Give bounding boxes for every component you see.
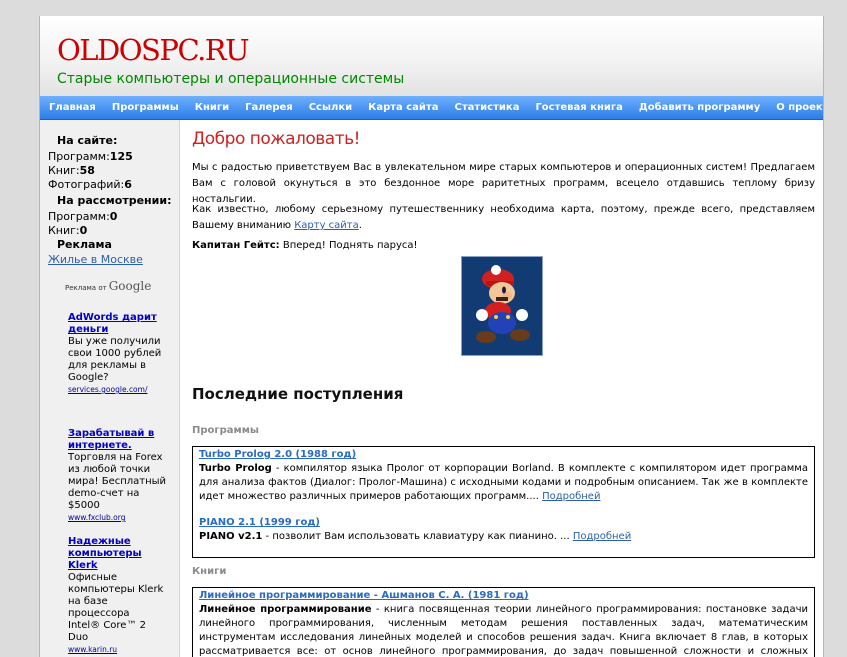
ad-title[interactable]: интернете. (68, 440, 168, 452)
program-desc-text: - компилятор языка Пролог от корпорации … (199, 463, 808, 502)
latest-heading: Последние поступления (192, 385, 404, 403)
ad-text: Intel® Core™ 2 Duo (68, 620, 147, 643)
program-name: PIANO v2.1 (199, 531, 263, 542)
map-text: Как известно, любому серьезному путешест… (192, 204, 815, 231)
ad-text: Вы уже получили (68, 336, 161, 347)
ad-url[interactable]: www.karin.ru (68, 644, 168, 655)
books-box: Линейное программирование - Ашманов С. А… (192, 587, 815, 657)
mario-image (461, 256, 543, 356)
more-link[interactable]: Подробней (573, 531, 631, 542)
nav-about[interactable]: О проекте (776, 102, 823, 113)
sitemap-link[interactable]: Карту сайта (294, 220, 359, 231)
main-content: Добро пожаловать! Мы с радостью приветст… (192, 120, 815, 657)
ad-title[interactable]: компьютеры (68, 548, 168, 560)
captain-name: Капитан Гейтс: (192, 240, 280, 251)
photos-stat: Фотографий:6 (48, 178, 132, 191)
programs-stat-count: 125 (109, 150, 133, 163)
nav-gallery[interactable]: Галерея (245, 102, 293, 113)
ad-block-forex: Зарабатывай в интернете. Торговля на For… (68, 428, 168, 523)
welcome-title: Добро пожаловать! (192, 129, 360, 149)
program-item: PIANO 2.1 (1999 год) PIANO v2.1 - позвол… (199, 516, 808, 544)
site-title[interactable]: OLDOSPC.RU (57, 33, 250, 67)
programs-box: Turbo Prolog 2.0 (1988 год) Turbo Prolog… (192, 446, 815, 558)
ad-title[interactable]: Надежные (68, 536, 168, 548)
ad-title[interactable]: деньги (68, 324, 168, 336)
book-item: Линейное программирование - Ашманов С. А… (199, 589, 808, 657)
books-stat-count: 58 (79, 164, 95, 177)
category-programs: Программы (192, 425, 259, 436)
program-title[interactable]: PIANO 2.1 (1999 год) (199, 516, 808, 530)
ad-title[interactable]: AdWords дарит (68, 312, 168, 324)
ad-text: из любой точки (68, 464, 151, 475)
program-name: Turbo Prolog (199, 463, 272, 474)
ad-text: на базе процессора (68, 596, 130, 619)
google-ads-prefix: Реклама от (65, 284, 107, 292)
book-title[interactable]: Линейное программирование - Ашманов С. А… (199, 589, 808, 603)
ad-block-adwords: AdWords дарит деньги Вы уже получили сво… (68, 312, 168, 395)
ads-link-housing[interactable]: Жилье в Москве (48, 253, 143, 266)
header: OLDOSPC.RU Старые компьютеры и операцион… (40, 16, 823, 97)
ad-url[interactable]: www.fxclub.org (68, 512, 168, 523)
review-programs-count: 0 (109, 210, 118, 223)
review-programs-stat: Программ:0 (48, 210, 117, 223)
review-books-stat: Книг:0 (48, 224, 87, 237)
photos-stat-label: Фотографий: (48, 178, 125, 191)
more-link[interactable]: Подробней (542, 491, 600, 502)
review-programs-label: Программ: (48, 210, 110, 223)
photos-stat-count: 6 (124, 178, 132, 191)
mario-icon (476, 265, 530, 343)
nav-statistics[interactable]: Статистика (454, 102, 519, 113)
ad-block-klerk: Надежные компьютеры Klerk Офисные компью… (68, 536, 168, 655)
intro-paragraph: Мы с радостью приветствуем Вас в увлекат… (192, 162, 815, 205)
nav-sitemap[interactable]: Карта сайта (368, 102, 438, 113)
google-ads-label[interactable]: Реклама от Google (65, 279, 151, 293)
programs-stat-label: Программ: (48, 150, 110, 163)
programs-stat: Программ:125 (48, 150, 133, 163)
category-books: Книги (192, 566, 227, 577)
google-logo: Google (108, 279, 152, 293)
ad-title[interactable]: Зарабатывай в (68, 428, 168, 440)
books-stat-label: Книг: (48, 164, 80, 177)
nav-add-program[interactable]: Добавить программу (639, 102, 760, 113)
ad-text: Google? (68, 372, 109, 383)
books-stat: Книг:58 (48, 164, 95, 177)
program-desc: PIANO v2.1 - позволит Вам использовать к… (199, 530, 808, 544)
ad-text: компьютеры Klerk (68, 584, 164, 595)
review-books-count: 0 (79, 224, 88, 237)
map-end: . (358, 220, 362, 231)
on-site-heading: На сайте: (57, 134, 118, 147)
ad-text: demo-счет на $5000 (68, 488, 140, 511)
program-title[interactable]: Turbo Prolog 2.0 (1988 год) (199, 448, 808, 462)
ad-text: Офисные (68, 572, 118, 583)
ad-url[interactable]: services.google.com/ (68, 384, 168, 395)
page: OLDOSPC.RU Старые компьютеры и операцион… (39, 16, 824, 657)
map-paragraph: Как известно, любому серьезному путешест… (192, 202, 815, 234)
review-heading: На рассмотрении: (57, 194, 172, 207)
ad-text: Торговля на Forex (68, 452, 163, 463)
nav-books[interactable]: Книги (195, 102, 229, 113)
sidebar: На сайте: Программ:125 Книг:58 Фотографи… (40, 120, 180, 657)
captain-quote-text: Вперед! Поднять паруса! (279, 240, 418, 251)
ad-text: для рекламы в (68, 360, 147, 371)
book-desc: Линейное программирование - книга посвящ… (199, 603, 808, 657)
captain-quote: Капитан Гейтс: Вперед! Поднять паруса! (192, 238, 815, 254)
ads-heading: Реклама (57, 238, 112, 251)
book-name: Линейное программирование (199, 604, 372, 615)
nav-guestbook[interactable]: Гостевая книга (535, 102, 622, 113)
ad-title[interactable]: Klerk (68, 560, 168, 572)
nav-home[interactable]: Главная (49, 102, 96, 113)
nav-links[interactable]: Ссылки (309, 102, 352, 113)
ad-text: свои 1000 рублей (68, 348, 162, 359)
review-books-label: Книг: (48, 224, 80, 237)
program-desc: Turbo Prolog - компилятор языка Пролог о… (199, 462, 808, 504)
ad-text: мира! Бесплатный (68, 476, 167, 487)
program-desc-text: - позволит Вам использовать клавиатуру к… (262, 531, 573, 542)
program-item: Turbo Prolog 2.0 (1988 год) Turbo Prolog… (199, 448, 808, 504)
site-subtitle: Старые компьютеры и операционные системы (57, 71, 405, 87)
nav-programs[interactable]: Программы (112, 102, 179, 113)
main-nav: Главная Программы Книги Галерея Ссылки К… (40, 96, 823, 120)
